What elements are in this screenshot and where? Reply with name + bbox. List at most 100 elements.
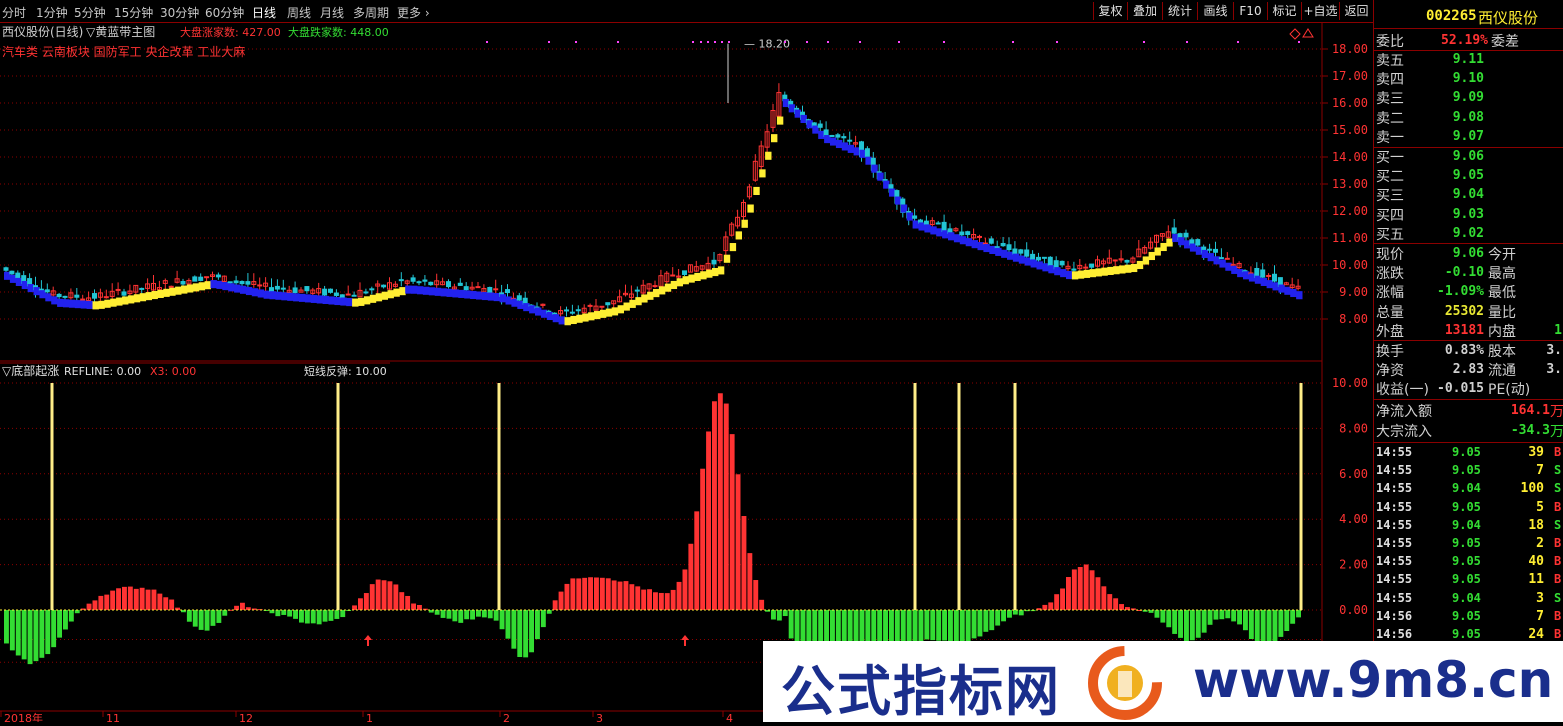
period-tab-10[interactable]: 更多 › xyxy=(397,4,430,21)
sell-label-4: 卖一 xyxy=(1376,129,1404,146)
histogram-bar xyxy=(930,610,936,641)
histogram-bar xyxy=(4,610,9,644)
band-segment xyxy=(712,267,719,277)
signal-dot xyxy=(1012,41,1014,43)
toolbar-button-2[interactable]: 统计 xyxy=(1162,2,1197,20)
toolbar-button-6[interactable]: +自选 xyxy=(1301,2,1339,20)
histogram-bar xyxy=(505,610,511,639)
candle-body xyxy=(1183,232,1189,238)
band-segment xyxy=(830,137,837,146)
trade-time-5: 14:55 xyxy=(1376,536,1413,550)
histogram-bar xyxy=(210,610,216,626)
x3-label: X3: 0.00 xyxy=(150,365,196,378)
candle-body xyxy=(1059,260,1065,266)
trade-price-5: 9.05 xyxy=(1452,536,1481,550)
stat-label-2: 涨幅 xyxy=(1376,285,1404,302)
band-segment xyxy=(139,293,147,302)
toolbar-button-7[interactable]: 返回 xyxy=(1339,2,1373,20)
histogram-bar xyxy=(747,553,753,610)
histogram-bar xyxy=(1225,610,1231,619)
price-tick-label: 16.00 xyxy=(1332,96,1368,110)
flow-unit-1: 万 xyxy=(1550,424,1563,440)
band-segment xyxy=(192,283,200,292)
period-tab-5[interactable]: 60分钟 xyxy=(205,4,244,21)
histogram-bar xyxy=(1195,610,1201,638)
trade-time-2: 14:55 xyxy=(1376,481,1413,496)
period-tab-0[interactable]: 分时 xyxy=(2,4,26,21)
stat-label-3: 总量 xyxy=(1376,304,1404,321)
candle-body xyxy=(168,285,174,288)
period-tab-9[interactable]: 多周期 xyxy=(353,4,389,21)
period-tab-2[interactable]: 5分钟 xyxy=(74,4,106,21)
band-segment xyxy=(422,286,430,295)
band-segment xyxy=(1207,253,1214,262)
toolbar-button-0[interactable]: 复权 xyxy=(1093,2,1127,20)
histogram-bar xyxy=(499,610,505,630)
weicha-label: 委差 xyxy=(1491,34,1519,50)
period-tab-3[interactable]: 15分钟 xyxy=(114,4,153,21)
histogram-bar xyxy=(1089,570,1095,610)
market-up-label: 大盘涨家数: 427.00 xyxy=(180,25,281,39)
candle-group xyxy=(3,83,1303,326)
signal-dot xyxy=(1237,41,1239,43)
band-segment xyxy=(735,231,742,240)
histogram-bar xyxy=(694,511,700,610)
candle-body xyxy=(569,311,575,314)
candle-body xyxy=(1071,268,1077,271)
histogram-bar xyxy=(623,581,629,610)
band-segment xyxy=(617,305,624,314)
candle-body xyxy=(245,281,251,285)
trade-price-3: 9.05 xyxy=(1452,499,1481,514)
toolbar-button-3[interactable]: 画线 xyxy=(1197,2,1233,20)
band-segment xyxy=(1166,238,1173,247)
signal-dot xyxy=(548,41,550,43)
candle-body xyxy=(817,123,823,128)
band-segment xyxy=(458,289,465,298)
refline-label: REFLINE: 0.00 xyxy=(64,365,141,378)
band-segment xyxy=(765,151,772,160)
sell-price-0: 9.11 xyxy=(1452,52,1484,67)
band-segment xyxy=(257,289,265,298)
candle-body xyxy=(994,246,1000,249)
band-segment xyxy=(647,291,654,300)
histogram-bar xyxy=(1207,610,1213,625)
histogram-bar xyxy=(924,610,930,640)
sub-tick-label: 6.00 xyxy=(1339,467,1368,481)
band-segment xyxy=(576,314,583,323)
histogram-bar xyxy=(1178,610,1183,638)
candle-body xyxy=(605,302,611,306)
toolbar-button-4[interactable]: F10 xyxy=(1233,2,1267,20)
candle-body xyxy=(322,288,328,296)
band-segment xyxy=(198,282,206,291)
band-segment xyxy=(80,300,88,309)
toolbar-button-1[interactable]: 叠加 xyxy=(1127,2,1162,20)
trade-side-9: B xyxy=(1554,608,1562,623)
period-tab-1[interactable]: 1分钟 xyxy=(36,4,68,21)
candle-body xyxy=(369,288,375,291)
histogram-bar xyxy=(782,610,788,617)
histogram-bar xyxy=(723,403,729,610)
band-segment xyxy=(175,286,182,295)
sub-indicator-name: ▽底部起涨 xyxy=(2,363,59,378)
toolbar-button-5[interactable]: 标记 xyxy=(1267,2,1301,20)
band-segment xyxy=(1083,269,1091,278)
stat2-value-1: 2.83 xyxy=(1452,362,1484,378)
candle-body xyxy=(487,286,493,293)
kline-chart[interactable]: 18.0017.0016.0015.0014.0013.0012.0011.00… xyxy=(0,23,1373,722)
period-toolbar: 分时 1分钟 5分钟 15分钟 30分钟 60分钟 日线 周线 月线 多周期 更多 › 复权 叠加 统计画… xyxy=(0,0,1373,23)
candle-body xyxy=(1083,266,1089,269)
flow-label-0: 净流入额 xyxy=(1376,404,1432,420)
period-tab-4[interactable]: 30分钟 xyxy=(160,4,199,21)
stat-value-0: 9.06 xyxy=(1452,246,1484,261)
period-tab-8[interactable]: 月线 xyxy=(320,4,344,21)
band-segment xyxy=(476,291,483,300)
period-tab-7[interactable]: 周线 xyxy=(287,4,311,21)
trade-price-7: 9.05 xyxy=(1452,572,1481,587)
histogram-bar xyxy=(706,431,711,610)
band-segment xyxy=(51,296,58,305)
candle-body xyxy=(923,220,929,225)
period-tab-6[interactable]: 日线 xyxy=(252,4,276,21)
trade-time-9: 14:56 xyxy=(1376,608,1413,623)
band-segment xyxy=(723,254,731,263)
trade-vol-6: 40 xyxy=(1528,554,1544,570)
